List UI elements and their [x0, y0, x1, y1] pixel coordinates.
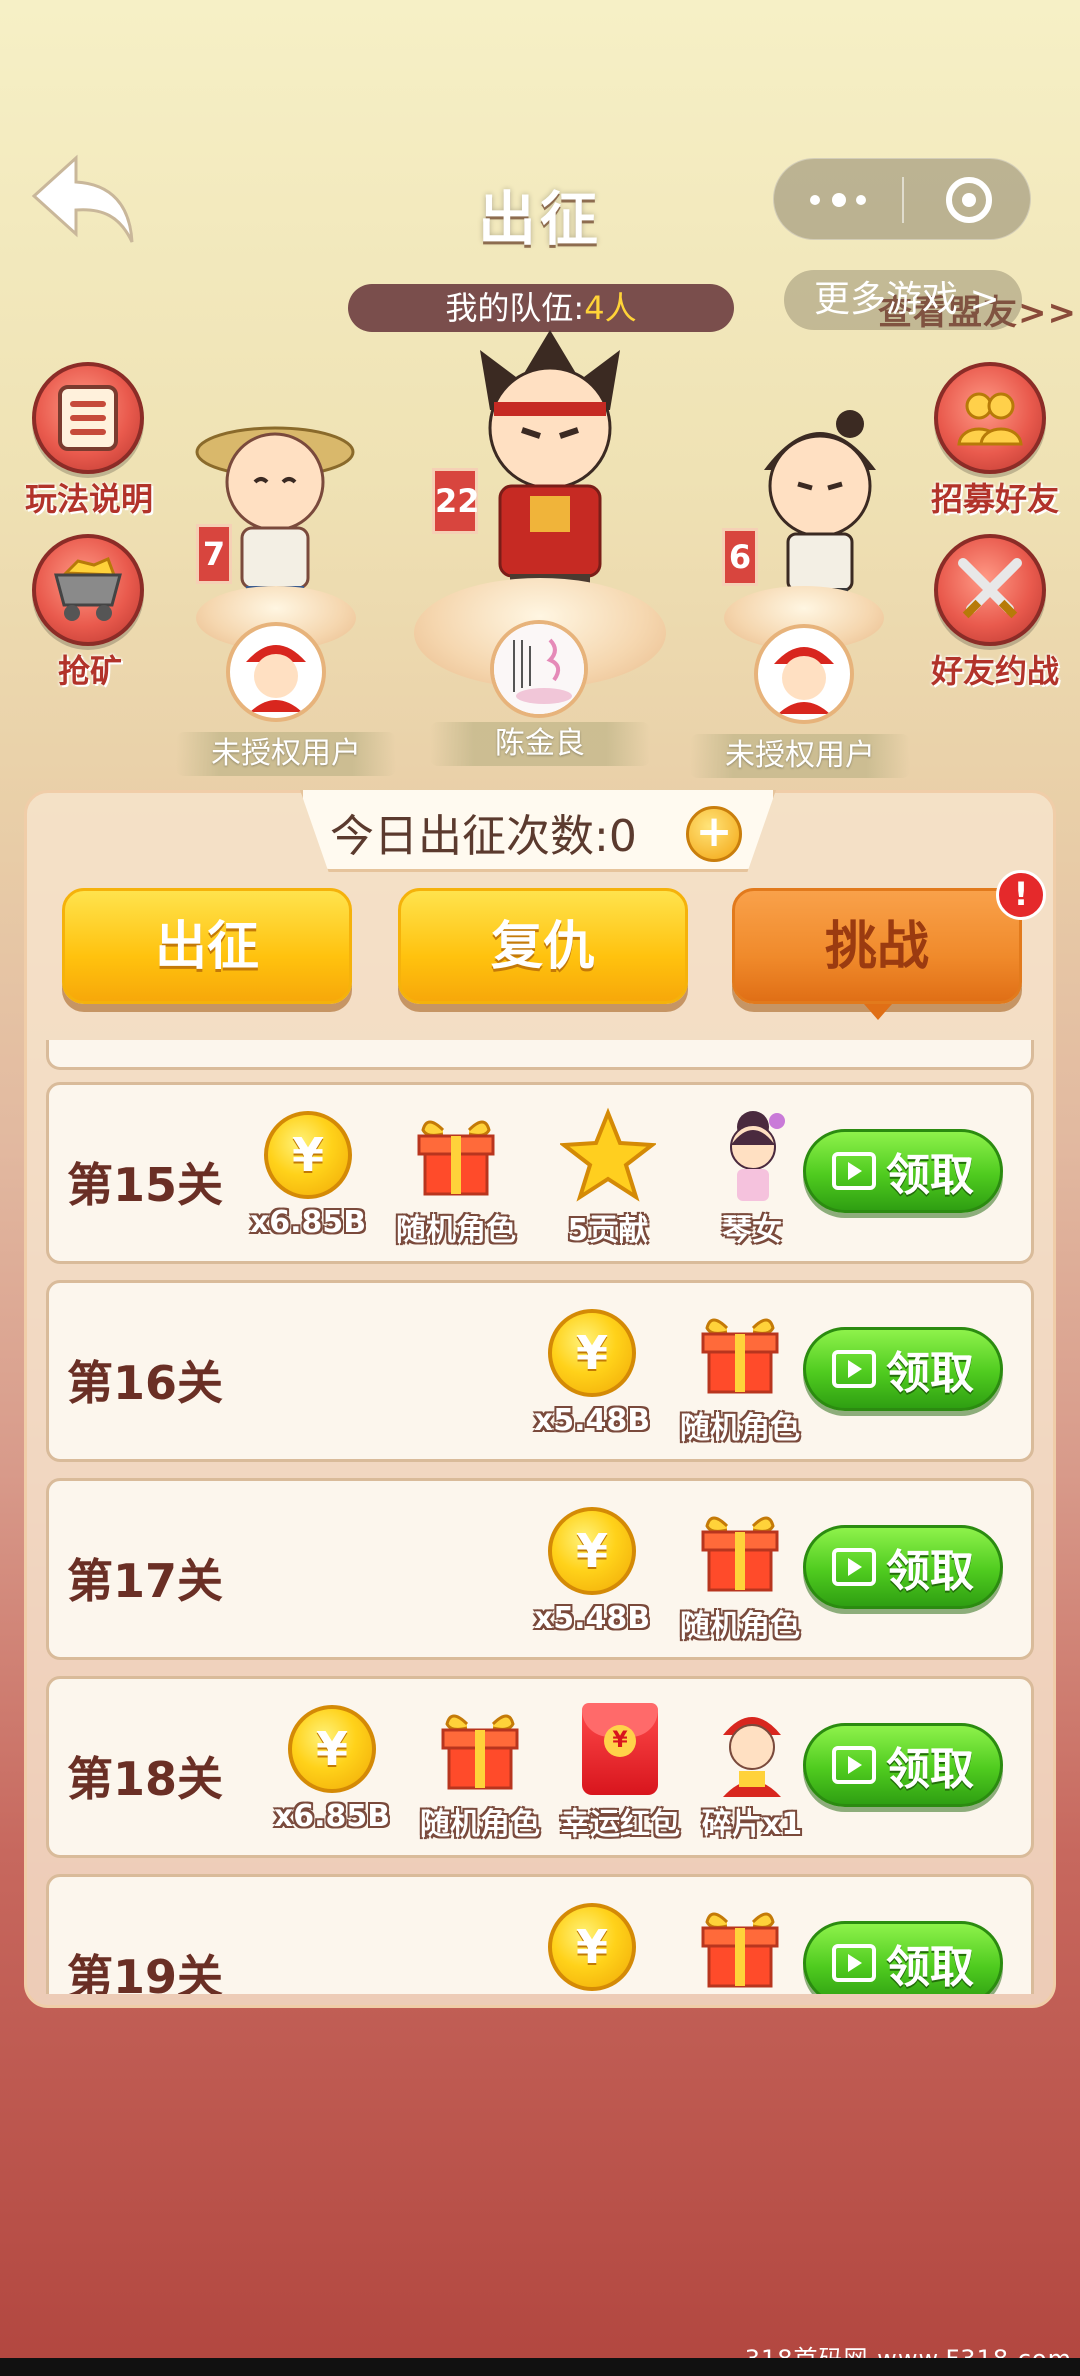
reward-caption: 随机角色: [396, 1213, 516, 1248]
claim-button[interactable]: 领取: [803, 1921, 1003, 1994]
close-program-icon[interactable]: [946, 177, 992, 223]
reward-item: ¥ x5.48B: [517, 1305, 667, 1438]
character-name: 未授权用户: [690, 734, 910, 778]
mini-program-capsule: [773, 158, 1031, 240]
friend-battle-label[interactable]: 好友约战: [920, 646, 1070, 692]
level-tag: 22: [432, 468, 480, 534]
rules-label[interactable]: 玩法说明: [14, 474, 164, 520]
challenge-alert-badge: !: [996, 870, 1046, 920]
level-label: 第15关: [67, 1158, 224, 1212]
level-label: 第16关: [67, 1356, 224, 1410]
reward-item: 随机角色: [381, 1107, 531, 1249]
god-of-wealth-avatar-icon: [774, 647, 834, 714]
level-label: 第17关: [67, 1554, 224, 1608]
claim-button[interactable]: 领取: [803, 1723, 1003, 1807]
gift-icon: [701, 1912, 779, 1988]
recruit-friends-button[interactable]: [934, 362, 1046, 474]
level-row: 第18关 ¥ x6.85B 随机角色 ¥ 幸运红包 碎片x1 领取: [46, 1676, 1034, 1858]
more-options-icon[interactable]: [810, 187, 870, 213]
character-name: 未授权用户: [176, 732, 396, 776]
reward-caption: 幸运红包: [560, 1807, 680, 1842]
reward-item: ¥: [517, 1899, 667, 1994]
more-games-button[interactable]: 更多游戏 >: [784, 270, 1022, 330]
coin-icon: ¥: [548, 1507, 636, 1595]
reward-caption: x5.48B: [533, 1601, 651, 1636]
reward-caption: 随机角色: [420, 1807, 540, 1842]
level-row: 第17关 ¥ x5.48B 随机角色 领取: [46, 1478, 1034, 1660]
video-icon: [832, 1548, 876, 1586]
reward-caption: 5贡献: [567, 1213, 649, 1248]
level-label: 第18关: [67, 1752, 224, 1806]
gift-icon: [441, 1714, 519, 1790]
level-label: 第19关: [67, 1950, 224, 1994]
user-avatar[interactable]: [226, 622, 326, 722]
reward-item: 随机角色: [665, 1503, 815, 1645]
user-avatar[interactable]: [754, 624, 854, 724]
video-icon: [832, 1746, 876, 1784]
reward-caption: x5.48B: [533, 1403, 651, 1438]
god-of-wealth-avatar-icon: [246, 645, 306, 712]
user-avatar[interactable]: [490, 620, 588, 718]
daily-expedition-count: 今日出征次数:0: [330, 811, 637, 862]
add-count-button[interactable]: +: [686, 806, 742, 862]
reward-item: ¥ x5.48B: [517, 1503, 667, 1636]
recruit-friends-label[interactable]: 招募好友: [920, 474, 1070, 520]
reward-caption: x6.85B: [249, 1205, 367, 1240]
tab-revenge[interactable]: 复仇: [398, 888, 688, 1004]
friend-battle-button[interactable]: [934, 534, 1046, 646]
gift-icon: [701, 1318, 779, 1394]
reward-item: 随机角色: [665, 1305, 815, 1447]
video-icon: [832, 1350, 876, 1388]
rules-button[interactable]: [32, 362, 144, 474]
video-icon: [832, 1944, 876, 1982]
star-icon: [560, 1107, 656, 1202]
claim-button[interactable]: 领取: [803, 1525, 1003, 1609]
gift-icon: [417, 1120, 495, 1196]
coin-icon: ¥: [264, 1111, 352, 1199]
coin-icon: ¥: [548, 1903, 636, 1991]
claim-button[interactable]: 领取: [803, 1129, 1003, 1213]
tab-expedition[interactable]: 出征: [62, 888, 352, 1004]
coin-icon: ¥: [548, 1309, 636, 1397]
level-row: 第16关 ¥ x5.48B 随机角色 领取: [46, 1280, 1034, 1462]
reward-caption: 碎片x1: [701, 1807, 803, 1842]
reward-item: ¥ 幸运红包: [545, 1701, 695, 1843]
reward-caption: x6.85B: [273, 1799, 391, 1834]
reward-item: ¥ x6.85B: [233, 1107, 383, 1240]
coin-icon: ¥: [288, 1705, 376, 1793]
active-tab-pointer: [864, 1004, 892, 1020]
level-row: 第15关 ¥ x6.85B 随机角色 5贡献 琴女 领取: [46, 1082, 1034, 1264]
reward-caption: 随机角色: [680, 1609, 800, 1644]
video-icon: [832, 1152, 876, 1190]
reward-caption: 琴女: [722, 1213, 782, 1248]
calligraphy-avatar-icon: [494, 624, 584, 714]
god-of-wealth-avatar-icon: [723, 1717, 781, 1797]
claim-button[interactable]: 领取: [803, 1327, 1003, 1411]
reward-caption: 随机角色: [680, 1411, 800, 1446]
tab-challenge[interactable]: 挑战: [732, 888, 1022, 1004]
mine-cart-icon: [54, 557, 122, 621]
reward-item: [665, 1899, 815, 1994]
mine-label[interactable]: 抢矿: [40, 646, 140, 692]
crossed-swords-icon: [958, 558, 1022, 619]
character-name: 陈金良: [430, 722, 650, 766]
reward-item: 5贡献: [533, 1107, 683, 1249]
rules-list-icon: [58, 385, 118, 451]
level-row: 第19关 ¥ 领取: [46, 1874, 1034, 1994]
reward-item: 随机角色: [405, 1701, 555, 1843]
level-reward-list[interactable]: 第15关 ¥ x6.85B 随机角色 5贡献 琴女 领取 第16关 ¥ x5.4…: [44, 1040, 1036, 1994]
red-packet-icon: ¥: [582, 1703, 658, 1795]
reward-item: ¥ x6.85B: [257, 1701, 407, 1834]
mine-button[interactable]: [32, 534, 144, 646]
qinnu-avatar-icon: [730, 1111, 785, 1201]
level-tag: 7: [196, 524, 232, 584]
gift-icon: [701, 1516, 779, 1592]
friends-icon: [957, 392, 1023, 446]
system-nav-bar: [0, 2358, 1080, 2376]
level-tag: 6: [722, 528, 758, 586]
